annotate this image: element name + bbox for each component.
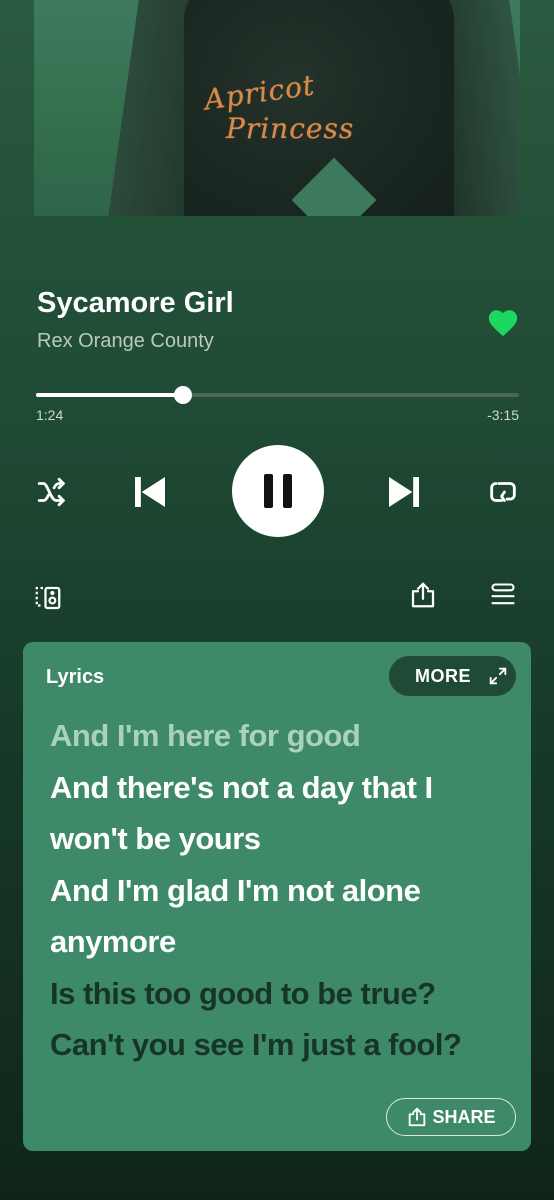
lyric-line: Is this too good to be true? bbox=[50, 975, 436, 1011]
progress-bar-handle[interactable] bbox=[174, 386, 193, 404]
lyrics-card[interactable]: Lyrics MORE And I'm here for good And the… bbox=[23, 642, 531, 1151]
more-button-label: MORE bbox=[415, 665, 471, 686]
track-title: Sycamore Girl bbox=[37, 287, 234, 319]
share-icon[interactable] bbox=[408, 579, 438, 611]
lyric-line-partial bbox=[50, 1074, 58, 1110]
pause-icon-bar-right bbox=[283, 474, 292, 508]
time-remaining: -3:15 bbox=[487, 407, 519, 423]
queue-icon[interactable] bbox=[489, 581, 517, 609]
shuffle-icon[interactable] bbox=[33, 475, 71, 509]
expand-icon bbox=[489, 667, 507, 685]
track-artist[interactable]: Rex Orange County bbox=[37, 330, 214, 353]
lyric-line: And I'm here for good bbox=[50, 718, 361, 753]
lyric-line: Can't you see I'm just a fool? bbox=[50, 1027, 462, 1062]
pause-icon-bar-left bbox=[264, 474, 273, 508]
lyric-line: won't be yours bbox=[50, 821, 261, 856]
lyric-line: And there's not a day that I bbox=[50, 769, 433, 805]
progress-bar-fill bbox=[36, 393, 184, 397]
pause-button[interactable] bbox=[232, 445, 324, 537]
heart-icon[interactable] bbox=[486, 306, 520, 340]
lyric-line: anymore bbox=[50, 924, 176, 959]
repeat-icon[interactable] bbox=[484, 475, 522, 509]
lyrics-share-button[interactable]: SHARE bbox=[386, 1098, 516, 1136]
lyrics-label: Lyrics bbox=[46, 666, 105, 688]
lyrics-more-button[interactable]: MORE bbox=[389, 656, 516, 696]
album-art: Apricot Princess bbox=[34, 0, 520, 216]
album-art-logo-line-2: Princess bbox=[226, 112, 355, 145]
skip-next-icon[interactable] bbox=[384, 472, 424, 512]
lyric-line: And I'm glad I'm not alone bbox=[50, 872, 421, 908]
share-button-label: SHARE bbox=[432, 1106, 496, 1127]
time-elapsed: 1:24 bbox=[36, 407, 64, 423]
progress-bar[interactable] bbox=[36, 386, 519, 404]
share-icon bbox=[409, 1107, 426, 1127]
connect-device-icon[interactable] bbox=[33, 583, 63, 613]
skip-previous-icon[interactable] bbox=[130, 472, 170, 512]
